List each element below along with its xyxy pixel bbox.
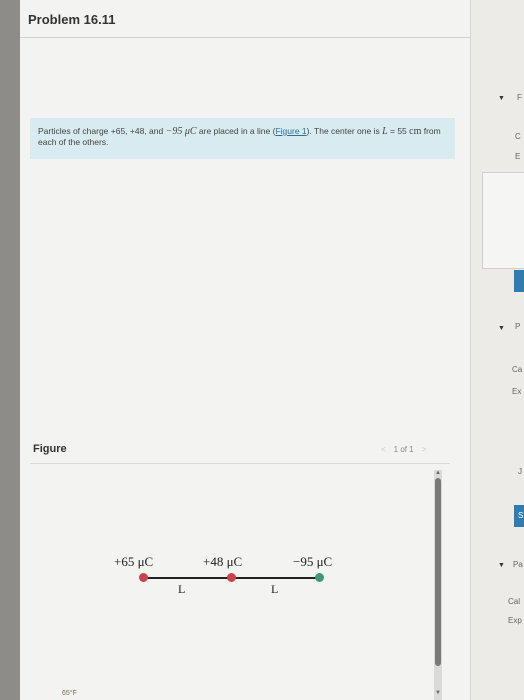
right-item-3: E	[515, 152, 521, 161]
right-item-8[interactable]: S	[518, 511, 523, 520]
next-figure-button[interactable]: >	[422, 445, 427, 454]
right-item-4[interactable]: P	[515, 322, 520, 331]
charge-dot-3	[315, 573, 324, 582]
charge-label-3: −95 μC	[293, 554, 333, 569]
right-item-5: Ca	[512, 365, 523, 374]
temperature-readout: 65°F	[62, 690, 77, 697]
figure-pager: <1 of 1 >	[373, 445, 434, 454]
window-edge	[0, 0, 20, 700]
distance-label-1: L	[178, 582, 186, 596]
right-item-7: J	[518, 467, 522, 476]
charge-label-1: +65 μC	[114, 554, 154, 569]
right-submit-button[interactable]	[514, 270, 524, 292]
scroll-up-icon[interactable]: ▲	[434, 470, 442, 476]
charge-label-2: +48 μC	[203, 554, 243, 569]
right-item-1[interactable]: F	[517, 93, 522, 102]
charge-dot-2	[227, 573, 236, 582]
right-panel	[470, 0, 524, 700]
right-item-6: Ex	[512, 387, 522, 396]
right-item-10: Cal	[508, 597, 521, 606]
content-page	[20, 0, 504, 700]
right-item-9[interactable]: Pa	[513, 560, 523, 569]
figure-scrollbar-thumb[interactable]	[435, 478, 441, 666]
figure-page-indicator: 1 of 1	[393, 445, 414, 454]
scroll-down-icon[interactable]: ▼	[434, 690, 442, 696]
problem-text-part: Particles of charge +65, +48, and	[38, 126, 166, 136]
charge-math: −95 μC	[165, 126, 197, 137]
figure-heading: Figure	[33, 443, 67, 455]
collapse-triangle-icon[interactable]: ▼	[498, 562, 505, 569]
charge-dot-1	[139, 573, 148, 582]
figure-link[interactable]: Figure 1	[275, 126, 306, 136]
right-item-2: C	[515, 132, 521, 141]
page-title: Problem 16.11	[28, 12, 116, 27]
title-divider	[20, 37, 470, 38]
problem-text-part: = 55	[387, 126, 410, 136]
problem-text-part: ). The center one is	[306, 126, 383, 136]
collapse-triangle-icon[interactable]: ▼	[498, 325, 505, 332]
collapse-triangle-icon[interactable]: ▼	[498, 95, 505, 102]
unit-symbol: cm	[409, 126, 422, 137]
distance-label-2: L	[271, 582, 279, 596]
figure-divider	[30, 463, 450, 464]
right-item-11: Exp	[508, 616, 522, 625]
prev-figure-button[interactable]: <	[381, 445, 386, 454]
right-answer-box[interactable]	[482, 172, 524, 269]
problem-statement: Particles of charge +65, +48, and −95 μC…	[38, 126, 443, 148]
problem-text-part: are placed in a line (	[196, 126, 276, 136]
